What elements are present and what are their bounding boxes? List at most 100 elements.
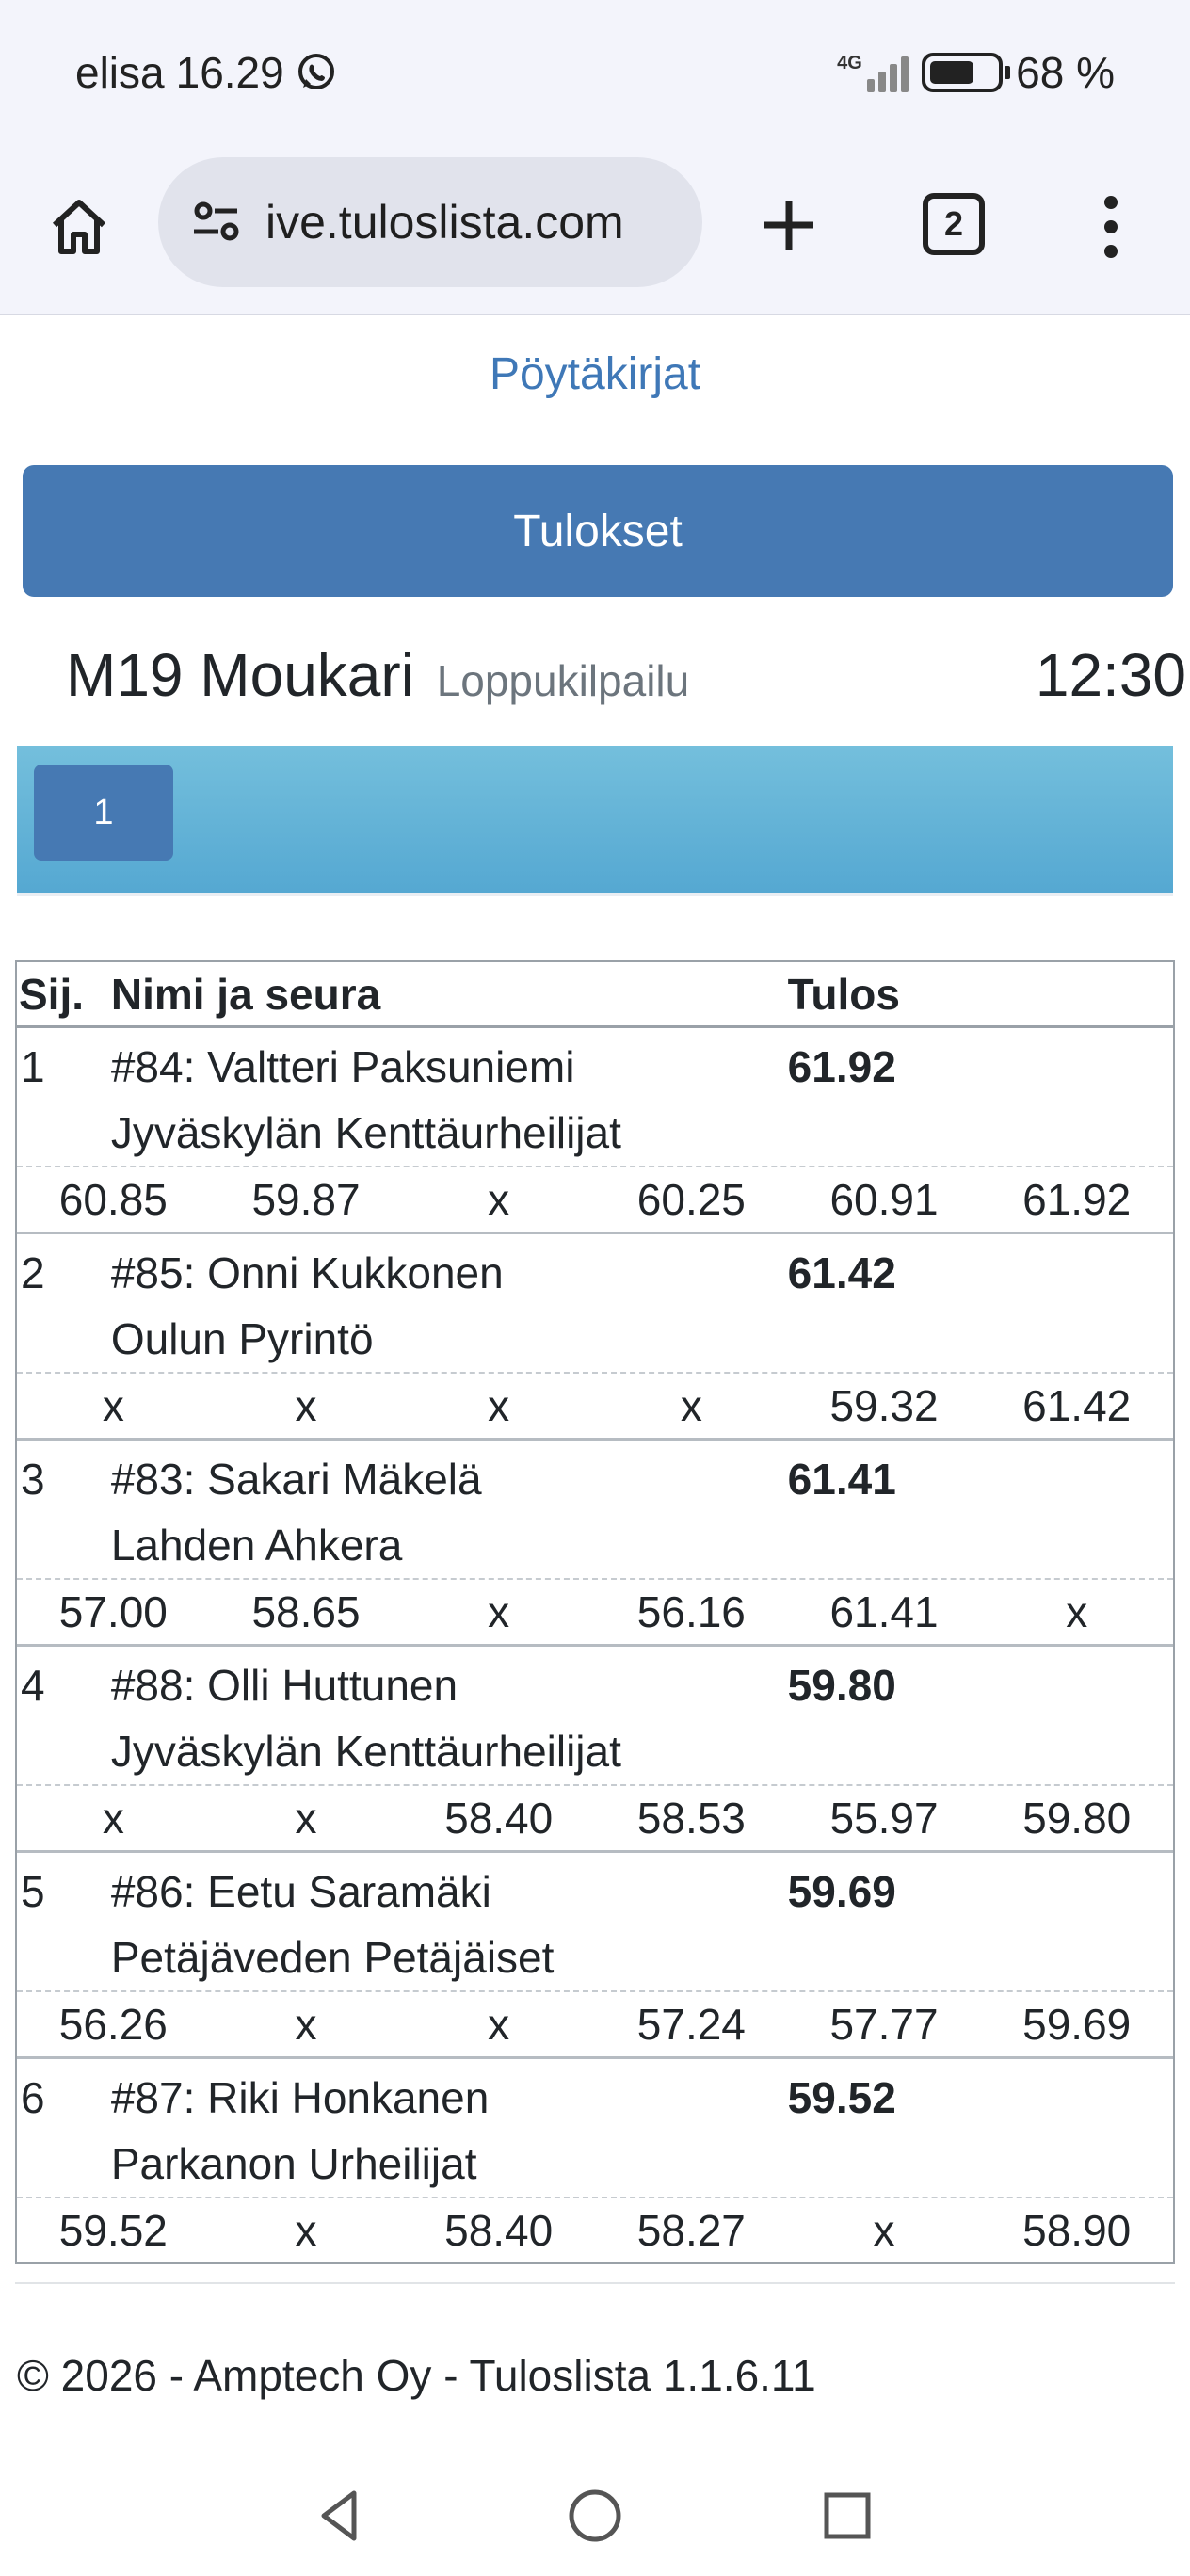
athlete-info: 2 #85: Onni Kukkonen Oulun Pyrintö 61.42 [17, 1234, 1173, 1372]
more-menu-icon[interactable] [1092, 189, 1130, 265]
attempt-cell: 59.52 [58, 2206, 168, 2255]
athlete-name: #84: Valtteri Paksuniemi [110, 1042, 575, 1091]
attempt-cell: x [1066, 1587, 1088, 1636]
athlete-info: 4 #88: Olli Huttunen Jyväskylän Kenttäurhe… [17, 1647, 1173, 1784]
event-time: 12:30 [1035, 641, 1186, 709]
clock: 16.29 [175, 48, 284, 97]
heat-button-1[interactable]: 1 [34, 765, 173, 861]
table-row: 2 #85: Onni Kukkonen Oulun Pyrintö 61.42 x x x… [17, 1234, 1173, 1441]
home-icon[interactable] [45, 193, 113, 261]
attempt-cell: 61.42 [1022, 1381, 1132, 1430]
network-type: 4G [837, 53, 862, 73]
table-row: 5 #86: Eetu Saramäki Petäjäveden Petäjäise… [17, 1853, 1173, 2059]
recents-icon[interactable] [817, 2486, 877, 2546]
attempts-row: 60.85 59.87 x 60.25 60.91 61.92 [17, 1166, 1173, 1232]
attempt-cell: x [488, 1587, 510, 1636]
attempts-row: 59.52 x 58.40 58.27 x 58.90 [17, 2197, 1173, 2262]
attempt-cell: x [295, 2000, 317, 2049]
header-result: Tulos [787, 969, 900, 1019]
attempt-cell: 58.40 [444, 1794, 554, 1843]
attempt-cell: 57.77 [829, 2000, 939, 2049]
carrier-name: elisa [75, 48, 165, 97]
attempt-cell: 59.32 [829, 1381, 939, 1430]
attempt-cell: 57.24 [636, 2000, 746, 2049]
attempt-cell: 59.80 [1022, 1794, 1132, 1843]
attempt-cell: x [488, 1381, 510, 1430]
battery-percent: 68 % [1016, 48, 1115, 97]
attempt-cell: x [102, 1794, 124, 1843]
athlete-name: #83: Sakari Mäkelä [110, 1455, 482, 1504]
system-nav-bar [0, 2457, 1190, 2576]
battery-fill [930, 61, 974, 84]
result-cell: 61.42 [787, 1248, 896, 1297]
attempt-cell: x [295, 1794, 317, 1843]
table-row: 6 #87: Riki Honkanen Parkanon Urheilijat 59… [17, 2059, 1173, 2262]
battery-icon [922, 53, 1011, 92]
browser-toolbar: ive.tuloslista.com 2 [0, 155, 1190, 315]
attempt-cell: 61.41 [829, 1587, 939, 1636]
athlete-club: Petäjäveden Petäjäiset [110, 1933, 555, 1982]
attempts-row: x x x x 59.32 61.42 [17, 1372, 1173, 1438]
attempts-row: 56.26 x x 57.24 57.77 59.69 [17, 1990, 1173, 2056]
attempt-cell: x [295, 1381, 317, 1430]
attempt-cell: x [488, 2000, 510, 2049]
whatsapp-icon [298, 54, 334, 89]
status-right: 4G 68 % [837, 47, 1115, 98]
attempt-cell: 55.97 [829, 1794, 939, 1843]
athlete-info: 6 #87: Riki Honkanen Parkanon Urheilijat 59… [17, 2059, 1173, 2197]
attempt-cell: 58.90 [1022, 2206, 1132, 2255]
heat-selector: 1 [17, 746, 1173, 896]
athlete-club: Jyväskylän Kenttäurheilijat [110, 1727, 621, 1776]
attempts-row: x x 58.40 58.53 55.97 59.80 [17, 1784, 1173, 1850]
attempt-cell: 59.87 [251, 1175, 361, 1224]
site-settings-icon[interactable] [188, 194, 245, 250]
attempt-cell: x [488, 1175, 510, 1224]
tab-switcher-button[interactable]: 2 [923, 193, 985, 255]
athlete-name: #88: Olli Huttunen [110, 1661, 458, 1710]
athlete-info: 1 #84: Valtteri Paksuniemi Jyväskylän Kent… [17, 1028, 1173, 1166]
attempt-cell: 59.69 [1022, 2000, 1132, 2049]
home-circle-icon[interactable] [565, 2486, 625, 2546]
attempt-cell: 60.25 [636, 1175, 746, 1224]
new-tab-icon[interactable] [751, 187, 827, 263]
athlete-info: 3 #83: Sakari Mäkelä Lahden Ahkera 61.41 [17, 1441, 1173, 1578]
attempt-cell: 57.00 [58, 1587, 168, 1636]
event-stage: Loppukilpailu [436, 656, 690, 705]
attempt-cell: x [102, 1381, 124, 1430]
back-icon[interactable] [311, 2486, 371, 2546]
result-cell: 61.92 [787, 1042, 896, 1091]
attempt-cell: x [873, 2206, 895, 2255]
attempt-cell: 61.92 [1022, 1175, 1132, 1224]
athlete-club: Oulun Pyrintö [110, 1314, 374, 1363]
attempt-cell: 56.16 [636, 1587, 746, 1636]
table-row: 1 #84: Valtteri Paksuniemi Jyväskylän Kent… [17, 1028, 1173, 1234]
tab-count: 2 [943, 204, 964, 243]
header-rank: Sij. [19, 969, 85, 1019]
rank-cell: 6 [21, 2073, 45, 2122]
result-cell: 61.41 [787, 1455, 896, 1504]
attempt-cell: 58.65 [251, 1587, 361, 1636]
table-header: Sij. Nimi ja seura Tulos [17, 962, 1173, 1028]
attempt-cell: 60.91 [829, 1175, 939, 1224]
url-text: ive.tuloslista.com [265, 196, 624, 249]
results-button[interactable]: Tulokset [23, 465, 1173, 597]
attempt-cell: 56.26 [58, 2000, 168, 2049]
event-title: M19 Moukari Loppukilpailu [66, 640, 689, 710]
signal-icon: 4G [837, 49, 909, 96]
rank-cell: 1 [21, 1042, 45, 1091]
table-body: 1 #84: Valtteri Paksuniemi Jyväskylän Kent… [17, 1028, 1173, 2262]
rank-cell: 5 [21, 1867, 45, 1916]
rank-cell: 4 [21, 1661, 45, 1710]
attempt-cell: 60.85 [58, 1175, 168, 1224]
athlete-name: #85: Onni Kukkonen [110, 1248, 504, 1297]
address-bar[interactable]: ive.tuloslista.com [158, 157, 702, 287]
attempts-row: 57.00 58.65 x 56.16 61.41 x [17, 1578, 1173, 1644]
result-cell: 59.69 [787, 1867, 896, 1916]
athlete-club: Parkanon Urheilijat [110, 2139, 477, 2188]
attempt-cell: x [680, 1381, 702, 1430]
status-left: elisa 16.29 [75, 47, 337, 98]
rank-cell: 2 [21, 1248, 45, 1297]
event-name: M19 Moukari [66, 641, 414, 709]
status-bar: elisa 16.29 4G 68 % [0, 0, 1190, 155]
protocol-link[interactable]: Pöytäkirjat [0, 348, 1190, 400]
